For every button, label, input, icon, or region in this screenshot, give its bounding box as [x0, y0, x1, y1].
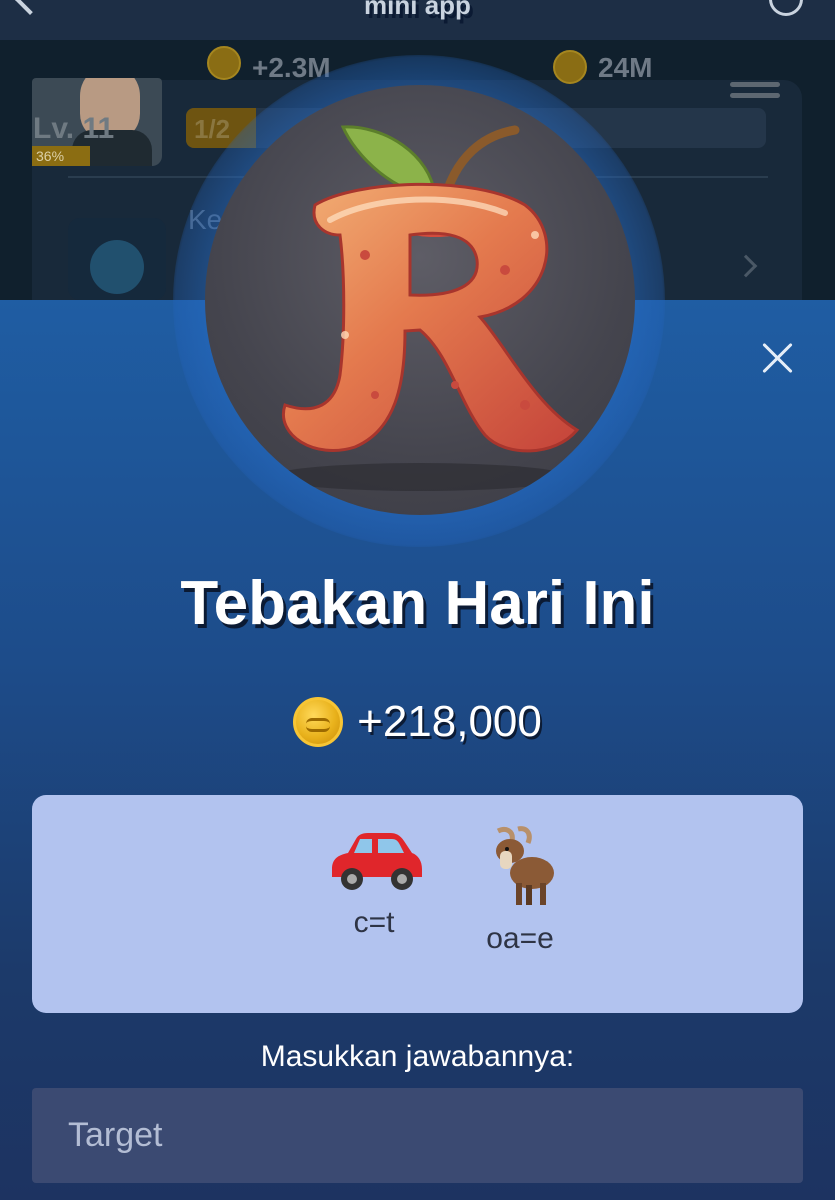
- answer-prompt: Masukkan jawabannya:: [260, 1040, 575, 1073]
- balance-coin-icon: [553, 50, 587, 84]
- coin-balance: 24M: [598, 52, 653, 83]
- close-button[interactable]: [756, 336, 800, 380]
- clue-hint-car: c=t: [353, 906, 395, 939]
- app-title: mini app: [364, 0, 471, 20]
- car-icon: [332, 833, 422, 890]
- reward-row: +218,000: [0, 697, 835, 749]
- top-bar: mini app: [0, 0, 835, 40]
- screen: mini app Lv. 11 36% +2.3M 24M 1/2 Ke: [0, 0, 835, 1200]
- clue-goat: oa=e: [450, 825, 590, 956]
- menu-icon[interactable]: [730, 82, 780, 104]
- level-label: Lv. 11: [33, 112, 115, 145]
- progress-text: 1/2: [194, 114, 231, 144]
- answer-input[interactable]: [32, 1088, 803, 1183]
- page-title: Tebakan Hari Ini: [180, 569, 655, 638]
- reward-amount: +218,000: [357, 697, 542, 746]
- apple-letter-r-image: [205, 85, 635, 515]
- clue-car: c=t: [294, 825, 454, 940]
- income-coin-icon: [207, 46, 241, 80]
- goat-icon: [496, 826, 554, 905]
- clue-hint-goat: oa=e: [486, 922, 554, 955]
- task-icon-box[interactable]: [68, 218, 166, 300]
- level-progress-badge: 36%: [32, 146, 90, 166]
- apple-letter-r-icon: [270, 125, 580, 491]
- coin-icon: [293, 697, 344, 747]
- puzzle-card: c=t oa=e: [32, 795, 803, 1013]
- tap-icon: [90, 240, 144, 294]
